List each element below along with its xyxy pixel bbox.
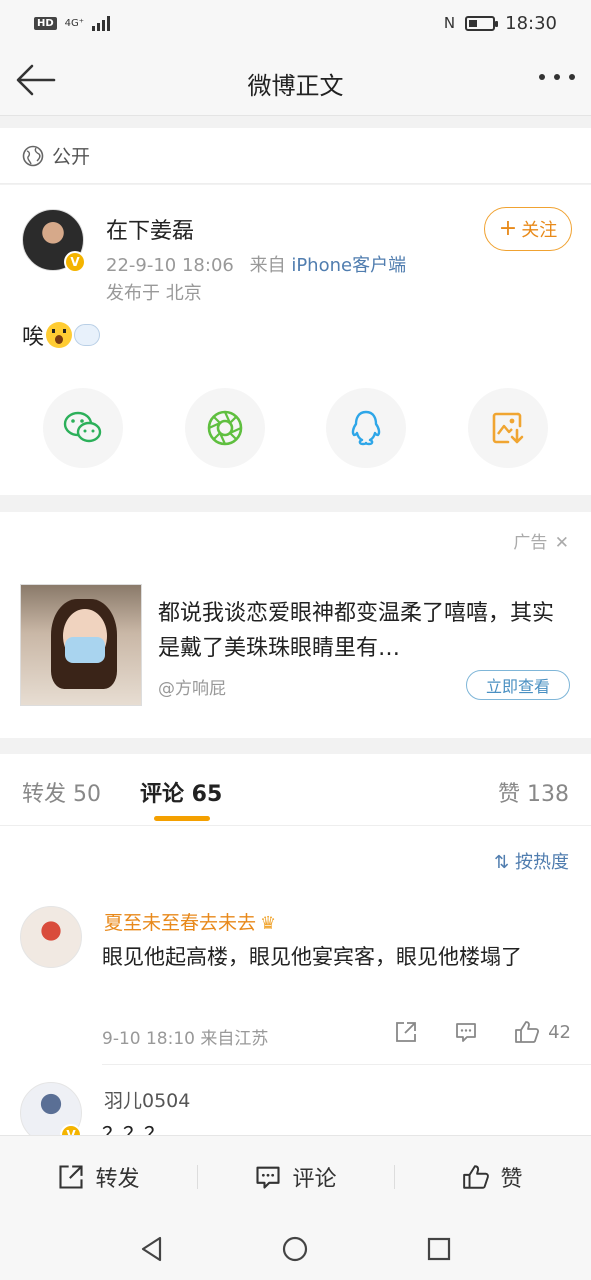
- repost-icon: [59, 1164, 84, 1189]
- post-text-content: 唉: [22, 325, 45, 350]
- comment-avatar[interactable]: [20, 906, 82, 968]
- like-button[interactable]: 赞: [394, 1161, 591, 1193]
- share-wechat-button[interactable]: [42, 388, 123, 468]
- share-row: [0, 388, 591, 468]
- sort-icon: ⇅: [494, 852, 510, 873]
- more-dot: [569, 74, 575, 80]
- post-meta: 22-9-10 18:06 来自 iPhone客户端: [106, 251, 406, 277]
- status-bar: HD 4G⁺ N 18:30: [0, 0, 591, 46]
- ad-card[interactable]: 广告 ✕ 都说我谈恋爱眼神都变温柔了嘻嘻，其实是戴了美珠珠眼睛里有… @方响屁 …: [0, 512, 591, 738]
- save-image-button[interactable]: [468, 388, 549, 468]
- nfc-icon: N: [443, 14, 456, 32]
- nav-bar: 微博正文: [0, 46, 591, 116]
- share-qq-button[interactable]: [326, 388, 407, 468]
- wechat-icon: [63, 411, 102, 443]
- post-card: V 在下姜磊 22-9-10 18:06 来自 iPhone客户端 发布于 北京…: [0, 185, 591, 495]
- ad-thumb-mask: [65, 637, 105, 663]
- ad-title[interactable]: 都说我谈恋爱眼神都变温柔了嘻嘻，其实是戴了美珠珠眼睛里有…: [158, 596, 562, 666]
- clock: 18:30: [505, 12, 557, 34]
- post-source[interactable]: iPhone客户端: [291, 255, 406, 276]
- ad-source: @方响屁: [158, 679, 226, 699]
- active-tab-indicator: [154, 816, 210, 821]
- status-right: N 18:30: [444, 13, 557, 34]
- tab-comment[interactable]: 评论 65: [140, 776, 222, 808]
- sort-label: 按热度: [515, 852, 569, 873]
- network-type: 4G⁺: [64, 17, 85, 29]
- repost-button[interactable]: 转发: [0, 1161, 197, 1193]
- follow-button[interactable]: + 关注: [484, 207, 572, 251]
- globe-icon: [22, 145, 44, 166]
- comment-list: 夏至未至春去未去 ♛ 眼见他起高楼，眼见他宴宾客，眼见他楼塌了 9-10 18:1…: [0, 892, 591, 1142]
- battery-icon: [465, 15, 499, 31]
- comment-meta: 9-10 18:10 来自江苏: [102, 1029, 269, 1049]
- visibility-label: 公开: [52, 146, 91, 168]
- post-text: 唉: [22, 319, 101, 351]
- tab-repost[interactable]: 转发 50: [22, 776, 101, 808]
- follow-label: 关注: [521, 220, 558, 241]
- comment-label: 评论: [292, 1166, 337, 1192]
- comment-like-button[interactable]: 42: [514, 1020, 571, 1044]
- sort-row: ⇅ 按热度: [0, 826, 591, 892]
- verified-badge: V: [64, 251, 86, 273]
- author-name[interactable]: 在下姜磊: [106, 213, 194, 245]
- plus-icon: +: [498, 216, 518, 241]
- tab-like[interactable]: 赞 138: [498, 776, 569, 808]
- recents-square-icon[interactable]: [425, 1235, 453, 1263]
- qq-icon: [352, 410, 381, 446]
- sort-button[interactable]: ⇅ 按热度: [494, 848, 569, 874]
- comment-username-text: 夏至未至春去未去: [104, 912, 257, 934]
- post-tabs: 转发 50 评论 65 赞 138: [0, 754, 591, 826]
- hd-badge: HD: [34, 16, 57, 30]
- more-dot: [554, 74, 560, 80]
- status-left: HD 4G⁺: [34, 15, 114, 31]
- bottom-action-bar: 转发 评论 赞: [0, 1135, 591, 1217]
- battery-level: [469, 19, 478, 27]
- visibility-row: 公开: [0, 128, 591, 184]
- back-triangle-icon[interactable]: [138, 1235, 166, 1263]
- ad-label[interactable]: 广告 ✕: [513, 528, 569, 553]
- crown-icon: ♛: [260, 913, 277, 934]
- more-button[interactable]: [539, 74, 575, 80]
- post-time: 22-9-10 18:06: [106, 255, 234, 276]
- close-icon[interactable]: ✕: [555, 533, 569, 553]
- home-circle-icon[interactable]: [281, 1235, 309, 1263]
- comment-username[interactable]: 夏至未至春去未去 ♛: [104, 908, 276, 935]
- repost-label: 转发: [95, 1166, 140, 1192]
- signal-icon: [92, 16, 111, 31]
- ad-label-text: 广告: [513, 533, 548, 553]
- page-title: 微博正文: [247, 72, 344, 100]
- thumbs-up-icon: [463, 1164, 490, 1189]
- ad-cta-button[interactable]: 立即查看: [466, 670, 570, 700]
- share-moments-button[interactable]: [184, 388, 265, 468]
- post-location: 发布于 北京: [106, 283, 202, 304]
- comment-like-count: 42: [548, 1021, 571, 1043]
- moments-icon: [207, 410, 242, 446]
- puff-emoji-icon: [74, 324, 101, 346]
- more-dot: [539, 74, 545, 80]
- comment-text: 眼见他起高楼，眼见他宴宾客，眼见他楼塌了: [102, 945, 522, 969]
- comment-button[interactable]: 评论: [197, 1161, 394, 1193]
- comment-divider: [102, 1064, 591, 1065]
- system-nav-bar: [0, 1217, 591, 1280]
- like-label: 赞: [500, 1166, 523, 1192]
- comment-icon[interactable]: [454, 1020, 478, 1044]
- comment-actions: 42: [394, 1020, 571, 1044]
- post-from-prefix: 来自: [249, 255, 286, 276]
- comment-username[interactable]: 羽儿0504: [104, 1086, 190, 1113]
- repost-icon[interactable]: [394, 1020, 418, 1044]
- shocked-emoji-icon: [46, 322, 73, 348]
- thumbs-up-icon: [515, 1021, 540, 1043]
- save-image-icon: [492, 412, 524, 444]
- comment-icon: [256, 1166, 281, 1189]
- ad-thumbnail[interactable]: [20, 584, 142, 706]
